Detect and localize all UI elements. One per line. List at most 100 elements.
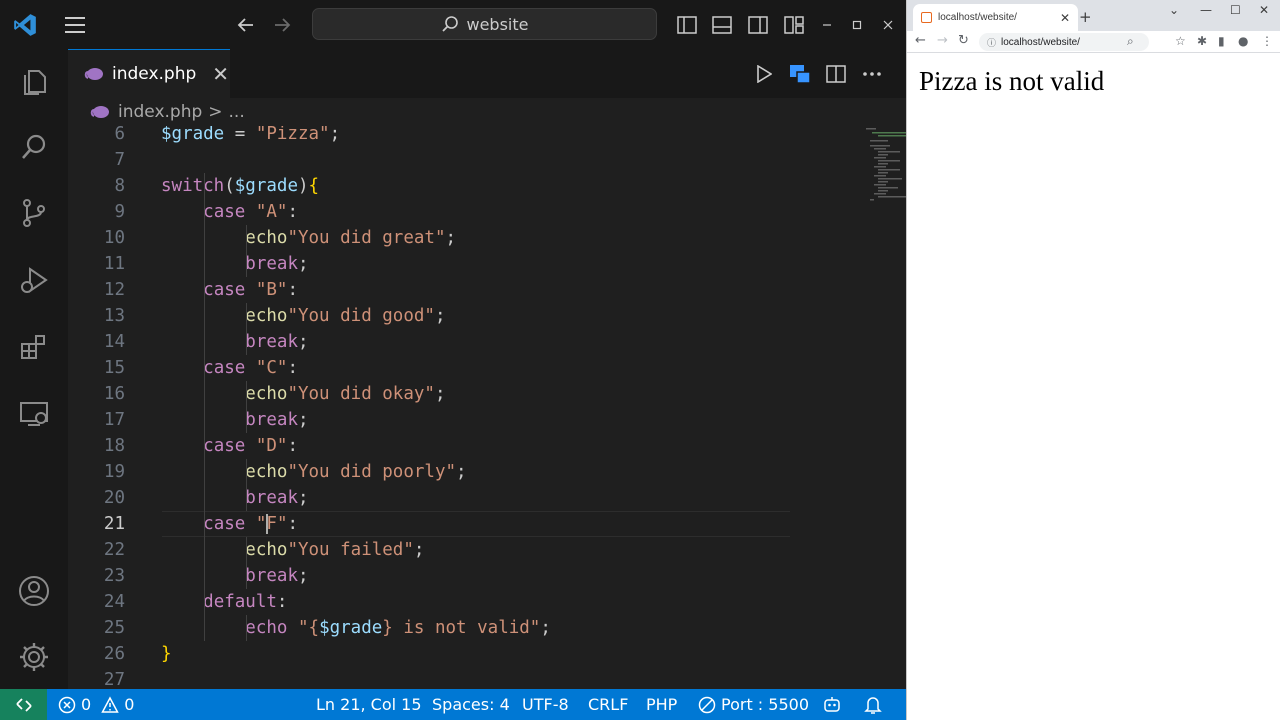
code-line[interactable]: 7 — [68, 147, 790, 173]
forward-arrow-icon[interactable] — [266, 0, 298, 49]
php-elephant-icon — [90, 106, 109, 118]
code-line[interactable]: 14 break; — [68, 329, 790, 355]
new-tab-icon[interactable]: + — [1079, 8, 1092, 26]
browser-tab[interactable]: localhost/website/ ✕ — [913, 4, 1078, 31]
remote-explorer-icon[interactable] — [0, 381, 68, 445]
toggle-primary-sidebar-icon[interactable] — [672, 0, 702, 49]
tab-close-icon[interactable]: ✕ — [212, 62, 229, 86]
eol-setting[interactable]: CRLF — [588, 689, 628, 720]
code-text: break; — [161, 485, 308, 511]
code-line[interactable]: 20 break; — [68, 485, 790, 511]
browser-menu-icon[interactable]: ⋮ — [1261, 34, 1273, 48]
breadcrumb-file[interactable]: index.php — [118, 102, 202, 122]
remote-indicator-icon[interactable] — [0, 689, 47, 720]
browser-reload-icon[interactable]: ↻ — [958, 33, 969, 48]
close-window-icon[interactable] — [876, 0, 900, 49]
minimize-icon[interactable] — [815, 0, 839, 49]
encoding-setting[interactable]: UTF-8 — [522, 689, 569, 720]
code-text: case "A": — [161, 199, 298, 225]
extensions-puzzle-icon[interactable]: ✱ — [1197, 34, 1207, 48]
code-line[interactable]: 11 break; — [68, 251, 790, 277]
code-line[interactable]: 12 case "B": — [68, 277, 790, 303]
line-number: 20 — [103, 488, 125, 508]
minimap[interactable] — [860, 126, 906, 689]
language-mode[interactable]: PHP — [646, 689, 677, 720]
toggle-panel-icon[interactable] — [707, 0, 737, 49]
code-line[interactable]: 10 echo"You did great"; — [68, 225, 790, 251]
code-token: echo — [245, 306, 288, 326]
code-token: " — [255, 514, 267, 534]
explorer-icon[interactable] — [0, 49, 68, 113]
run-and-debug-icon[interactable] — [0, 249, 68, 313]
live-server-port[interactable]: Port : 5500 — [698, 689, 809, 720]
code-line[interactable]: 17 break; — [68, 407, 790, 433]
command-center-search[interactable]: website — [312, 8, 657, 40]
side-panel-icon[interactable]: ▮ — [1218, 34, 1225, 48]
code-line[interactable]: 15 case "C": — [68, 355, 790, 381]
php-server-icon[interactable] — [783, 49, 817, 98]
code-text: break; — [161, 563, 308, 589]
code-line[interactable]: 21 case "F": — [68, 511, 790, 537]
code-line[interactable]: 19 echo"You did poorly"; — [68, 459, 790, 485]
menu-icon[interactable] — [58, 0, 92, 49]
line-number: 11 — [103, 254, 125, 274]
problems-indicator[interactable]: 0 0 — [58, 689, 134, 720]
indentation-setting[interactable]: Spaces: 4 — [432, 689, 510, 720]
extensions-icon[interactable] — [0, 315, 68, 379]
code-line[interactable]: 9 case "A": — [68, 199, 790, 225]
notifications-bell-icon[interactable] — [864, 689, 882, 720]
browser-back-icon[interactable]: ← — [915, 33, 926, 48]
browser-maximize-icon[interactable]: ☐ — [1230, 3, 1241, 17]
code-token: ) — [297, 176, 309, 196]
code-token: case — [203, 202, 246, 222]
back-arrow-icon[interactable] — [230, 0, 262, 49]
copilot-icon[interactable] — [822, 689, 842, 720]
customize-layout-icon[interactable] — [779, 0, 809, 49]
code-token: "C" — [255, 358, 288, 378]
code-editor[interactable]: 6 $grade = "Pizza"; 7 8 switch($grade){9 cas… — [68, 126, 906, 689]
code-token: } is not valid" — [382, 618, 541, 638]
tab-index-php[interactable]: index.php ✕ — [68, 49, 230, 98]
maximize-icon[interactable] — [845, 0, 869, 49]
search-icon[interactable] — [0, 115, 68, 179]
site-info-icon[interactable]: ⓘ — [987, 36, 996, 49]
cursor-position[interactable]: Ln 21, Col 15 — [316, 689, 422, 720]
browser-forward-icon[interactable]: → — [937, 33, 948, 48]
code-line[interactable]: 24 default: — [68, 589, 790, 615]
code-token: : — [287, 202, 299, 222]
profile-avatar-icon[interactable]: ● — [1238, 34, 1248, 48]
code-line[interactable]: 25 echo "{$grade} is not valid"; — [68, 615, 790, 641]
activity-bar — [0, 49, 68, 689]
address-bar[interactable]: ⓘ localhost/website/ — [979, 33, 1149, 51]
code-line[interactable]: 13 echo"You did good"; — [68, 303, 790, 329]
line-number: 24 — [103, 592, 125, 612]
tab-search-chevron-icon[interactable]: ⌄ — [1169, 3, 1179, 17]
source-control-icon[interactable] — [0, 181, 68, 245]
settings-gear-icon[interactable] — [0, 625, 68, 689]
code-token: ; — [297, 254, 309, 274]
code-token: { — [308, 176, 320, 196]
browser-minimize-icon[interactable]: — — [1200, 3, 1212, 17]
more-actions-icon[interactable] — [855, 49, 889, 98]
code-line[interactable]: 8 switch($grade){ — [68, 173, 790, 199]
code-line[interactable]: 23 break; — [68, 563, 790, 589]
breadcrumb-symbol[interactable]: ... — [229, 102, 245, 122]
code-line[interactable]: 26} — [68, 641, 790, 667]
zoom-icon[interactable]: ⌕ — [1127, 34, 1134, 49]
code-line[interactable]: 6 $grade = "Pizza"; — [68, 126, 790, 147]
code-line[interactable]: 18 case "D": — [68, 433, 790, 459]
run-file-icon[interactable] — [747, 49, 781, 98]
browser-close-icon[interactable]: ✕ — [1259, 3, 1269, 17]
error-icon — [58, 696, 76, 713]
browser-tab-close-icon[interactable]: ✕ — [1060, 11, 1070, 25]
code-token: break — [245, 488, 298, 508]
bookmark-star-icon[interactable]: ☆ — [1175, 34, 1186, 48]
code-token: break — [245, 566, 298, 586]
split-editor-icon[interactable] — [819, 49, 853, 98]
toggle-secondary-sidebar-icon[interactable] — [743, 0, 773, 49]
account-icon[interactable] — [0, 559, 68, 623]
code-line[interactable]: 16 echo"You did okay"; — [68, 381, 790, 407]
code-line[interactable]: 22 echo"You failed"; — [68, 537, 790, 563]
